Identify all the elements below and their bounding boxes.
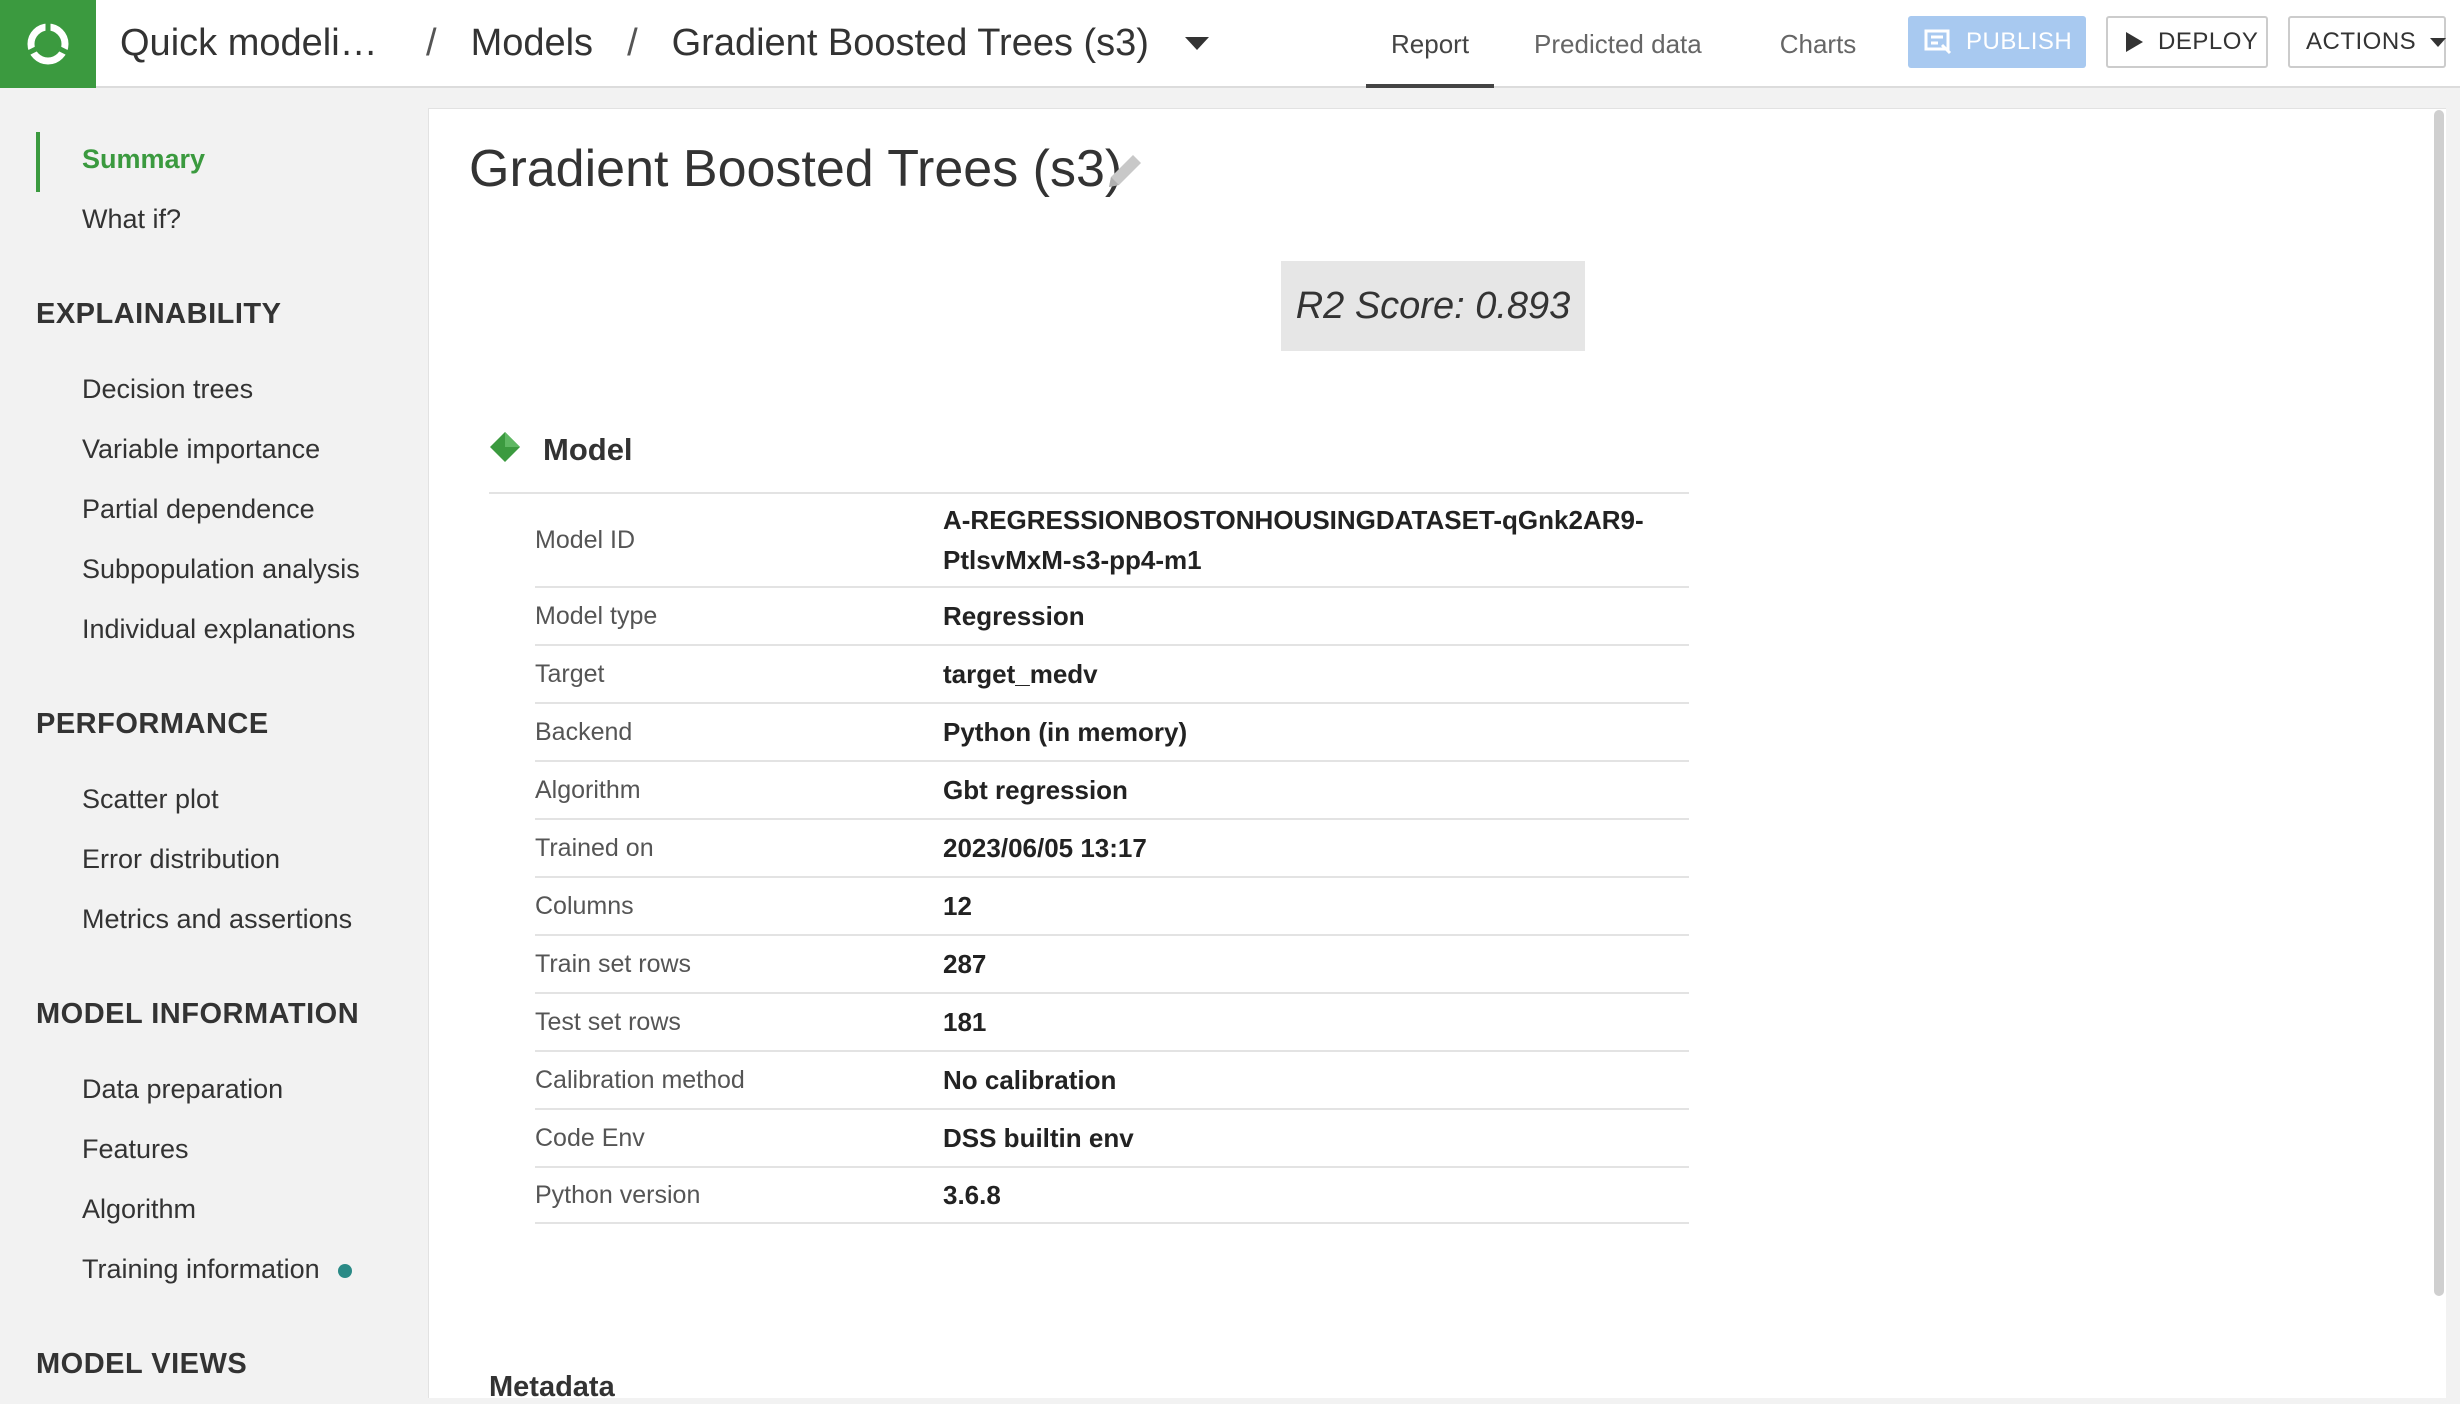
breadcrumb-analysis[interactable]: Quick modeling of target_medv on regress… bbox=[120, 22, 392, 65]
row-value: 287 bbox=[943, 949, 987, 979]
deploy-button[interactable]: DEPLOY bbox=[2106, 16, 2268, 68]
scrollbar[interactable] bbox=[2434, 110, 2444, 1296]
section-performance: PERFORMANCE bbox=[36, 708, 269, 740]
row-value: A-REGRESSIONBOSTONHOUSINGDATASET-qGnk2AR… bbox=[943, 505, 1644, 575]
row-value: 2023/06/05 13:17 bbox=[943, 833, 1147, 863]
row-key: Algorithm bbox=[535, 775, 641, 804]
play-icon bbox=[2124, 31, 2144, 53]
publish-label: PUBLISH bbox=[1966, 28, 2073, 55]
dss-logo-icon[interactable] bbox=[0, 0, 96, 88]
sidebar-item-subpopulation-analysis[interactable]: Subpopulation analysis bbox=[82, 554, 360, 585]
active-indicator bbox=[36, 132, 40, 192]
table-row: Code Env DSS builtin env bbox=[535, 1108, 1689, 1166]
row-key: Model ID bbox=[535, 525, 636, 554]
model-section-title: Model bbox=[543, 431, 633, 467]
sidebar-item-partial-dependence[interactable]: Partial dependence bbox=[82, 494, 315, 525]
table-row: Backend Python (in memory) bbox=[535, 702, 1689, 760]
status-dot-icon bbox=[337, 1263, 352, 1278]
tab-charts[interactable]: Charts bbox=[1732, 0, 1885, 88]
chevron-down-icon[interactable] bbox=[1184, 36, 1209, 50]
breadcrumb-separator: / bbox=[627, 21, 638, 64]
row-key: Backend bbox=[535, 717, 633, 746]
table-row: Test set rows 181 bbox=[535, 992, 1689, 1050]
metadata-section-title: Metadata bbox=[489, 1371, 615, 1403]
deploy-label: DEPLOY bbox=[2158, 28, 2259, 55]
sidebar-item-summary[interactable]: Summary bbox=[82, 144, 205, 175]
sidebar-item-error-distribution[interactable]: Error distribution bbox=[82, 844, 280, 875]
row-value: 181 bbox=[943, 1007, 987, 1037]
tab-report[interactable]: Report bbox=[1366, 0, 1495, 88]
sidebar-item-individual-explanations[interactable]: Individual explanations bbox=[82, 614, 355, 645]
sidebar-item-metrics-and-assertions[interactable]: Metrics and assertions bbox=[82, 904, 352, 935]
row-key: Columns bbox=[535, 891, 634, 920]
sidebar-item-algorithm[interactable]: Algorithm bbox=[82, 1194, 196, 1225]
row-value: target_medv bbox=[943, 659, 1098, 689]
row-key: Train set rows bbox=[535, 949, 692, 978]
breadcrumb-model-name: Gradient Boosted Trees (s3) bbox=[671, 21, 1149, 64]
sidebar-item-label: Training information bbox=[82, 1254, 320, 1284]
row-key: Test set rows bbox=[535, 1007, 681, 1036]
section-model-information: MODEL INFORMATION bbox=[36, 998, 360, 1030]
sidebar-item-what-if[interactable]: What if? bbox=[82, 204, 181, 235]
sidebar-item-decision-trees[interactable]: Decision trees bbox=[82, 374, 253, 405]
table-row: Python version 3.6.8 bbox=[535, 1166, 1689, 1224]
pencil-icon[interactable] bbox=[1101, 147, 1149, 200]
section-explainability: EXPLAINABILITY bbox=[36, 298, 282, 330]
page-title: Gradient Boosted Trees (s3) bbox=[469, 140, 1123, 198]
table-row: Train set rows 287 bbox=[535, 934, 1689, 992]
sidebar-item-variable-importance[interactable]: Variable importance bbox=[82, 434, 320, 465]
row-key: Model type bbox=[535, 601, 658, 630]
breadcrumb-models[interactable]: Models bbox=[471, 22, 594, 65]
row-key: Calibration method bbox=[535, 1065, 745, 1094]
table-row: Columns 12 bbox=[535, 876, 1689, 934]
row-key: Target bbox=[535, 659, 605, 688]
sidebar-item-training-information[interactable]: Training information bbox=[82, 1254, 352, 1285]
chevron-down-icon bbox=[2430, 37, 2447, 47]
actions-label: ACTIONS bbox=[2306, 28, 2417, 55]
table-row: Calibration method No calibration bbox=[535, 1050, 1689, 1108]
top-bar: Quick modeling of target_medv on regress… bbox=[0, 0, 2460, 88]
sidebar-item-scatter-plot[interactable]: Scatter plot bbox=[82, 784, 219, 815]
model-info-table: Model ID A-REGRESSIONBOSTONHOUSINGDATASET… bbox=[489, 492, 1689, 1224]
r2-score-badge: R2 Score: 0.893 bbox=[1281, 261, 1585, 351]
table-row: Model type Regression bbox=[535, 586, 1689, 644]
publish-button[interactable]: PUBLISH bbox=[1908, 16, 2086, 68]
sidebar-item-features[interactable]: Features bbox=[82, 1134, 189, 1165]
breadcrumb-separator: / bbox=[426, 21, 437, 64]
row-value: 12 bbox=[943, 891, 972, 921]
tab-predicted-data[interactable]: Predicted data bbox=[1494, 0, 1732, 88]
model-section-header: Model bbox=[489, 431, 633, 468]
section-model-views: MODEL VIEWS bbox=[36, 1348, 248, 1380]
row-value: Gbt regression bbox=[943, 775, 1128, 805]
report-panel: Gradient Boosted Trees (s3) R2 Score: 0.… bbox=[428, 108, 2446, 1403]
sidebar-item-data-preparation[interactable]: Data preparation bbox=[82, 1074, 283, 1105]
view-tabs: Report Predicted data Charts bbox=[1366, 0, 1884, 88]
row-value: 3.6.8 bbox=[943, 1180, 1001, 1210]
row-value: DSS builtin env bbox=[943, 1123, 1134, 1153]
row-value: Python (in memory) bbox=[943, 717, 1188, 747]
model-diamond-icon bbox=[489, 431, 521, 468]
row-key: Python version bbox=[535, 1180, 701, 1209]
table-row: Algorithm Gbt regression bbox=[535, 760, 1689, 818]
row-key: Trained on bbox=[535, 833, 654, 862]
actions-button[interactable]: ACTIONS bbox=[2288, 16, 2447, 68]
sidebar: Summary What if? EXPLAINABILITY Decision… bbox=[0, 90, 426, 1394]
row-value: No calibration bbox=[943, 1065, 1117, 1095]
row-value: Regression bbox=[943, 601, 1085, 631]
table-row: Model ID A-REGRESSIONBOSTONHOUSINGDATASET… bbox=[489, 492, 1689, 586]
table-row: Target target_medv bbox=[535, 644, 1689, 702]
table-row: Trained on 2023/06/05 13:17 bbox=[535, 818, 1689, 876]
dashboard-icon bbox=[1924, 29, 1952, 55]
breadcrumb: Quick modeling of target_medv on regress… bbox=[120, 0, 1209, 86]
row-key: Code Env bbox=[535, 1123, 645, 1152]
